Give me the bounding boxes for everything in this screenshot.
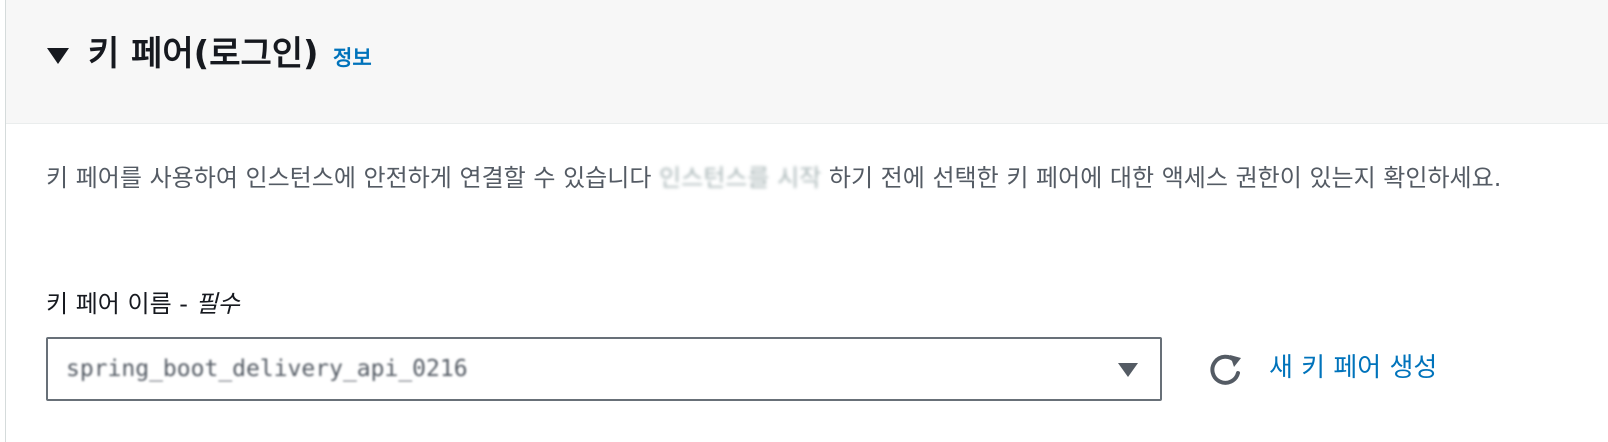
field-label-text: 키 페어 이름 - xyxy=(46,290,196,318)
create-key-pair-link[interactable]: 새 키 페어 생성 xyxy=(1269,351,1437,385)
key-pair-select[interactable]: spring_boot_delivery_api_0216 xyxy=(46,337,1162,401)
required-label: 필수 xyxy=(195,290,240,318)
panel-header[interactable]: 키 페어(로그인) 정보 xyxy=(6,0,1608,124)
section-description: 키 페어를 사용하여 인스턴스에 안전하게 연결할 수 있습니다 인스턴스를 시… xyxy=(46,156,1576,201)
description-text-start: 키 페어를 사용하여 인스턴스에 안전하게 연결할 수 있습니다 xyxy=(46,164,652,192)
key-pair-name-label: 키 페어 이름 - 필수 xyxy=(46,288,240,320)
description-redacted-text: 인스턴스를 시작 xyxy=(659,164,822,192)
chevron-down-icon[interactable] xyxy=(1116,360,1140,380)
key-pair-panel: 키 페어(로그인) 정보 키 페어를 사용하여 인스턴스에 안전하게 연결할 수… xyxy=(5,0,1608,442)
selected-key-pair-value: spring_boot_delivery_api_0216 xyxy=(66,356,468,382)
info-link[interactable]: 정보 xyxy=(333,45,372,71)
panel-title: 키 페어(로그인) xyxy=(88,34,319,74)
refresh-icon[interactable] xyxy=(1206,349,1246,389)
caret-down-icon[interactable] xyxy=(46,46,70,66)
description-text-end: 하기 전에 선택한 키 페어에 대한 액세스 권한이 있는지 확인하세요. xyxy=(828,164,1502,192)
